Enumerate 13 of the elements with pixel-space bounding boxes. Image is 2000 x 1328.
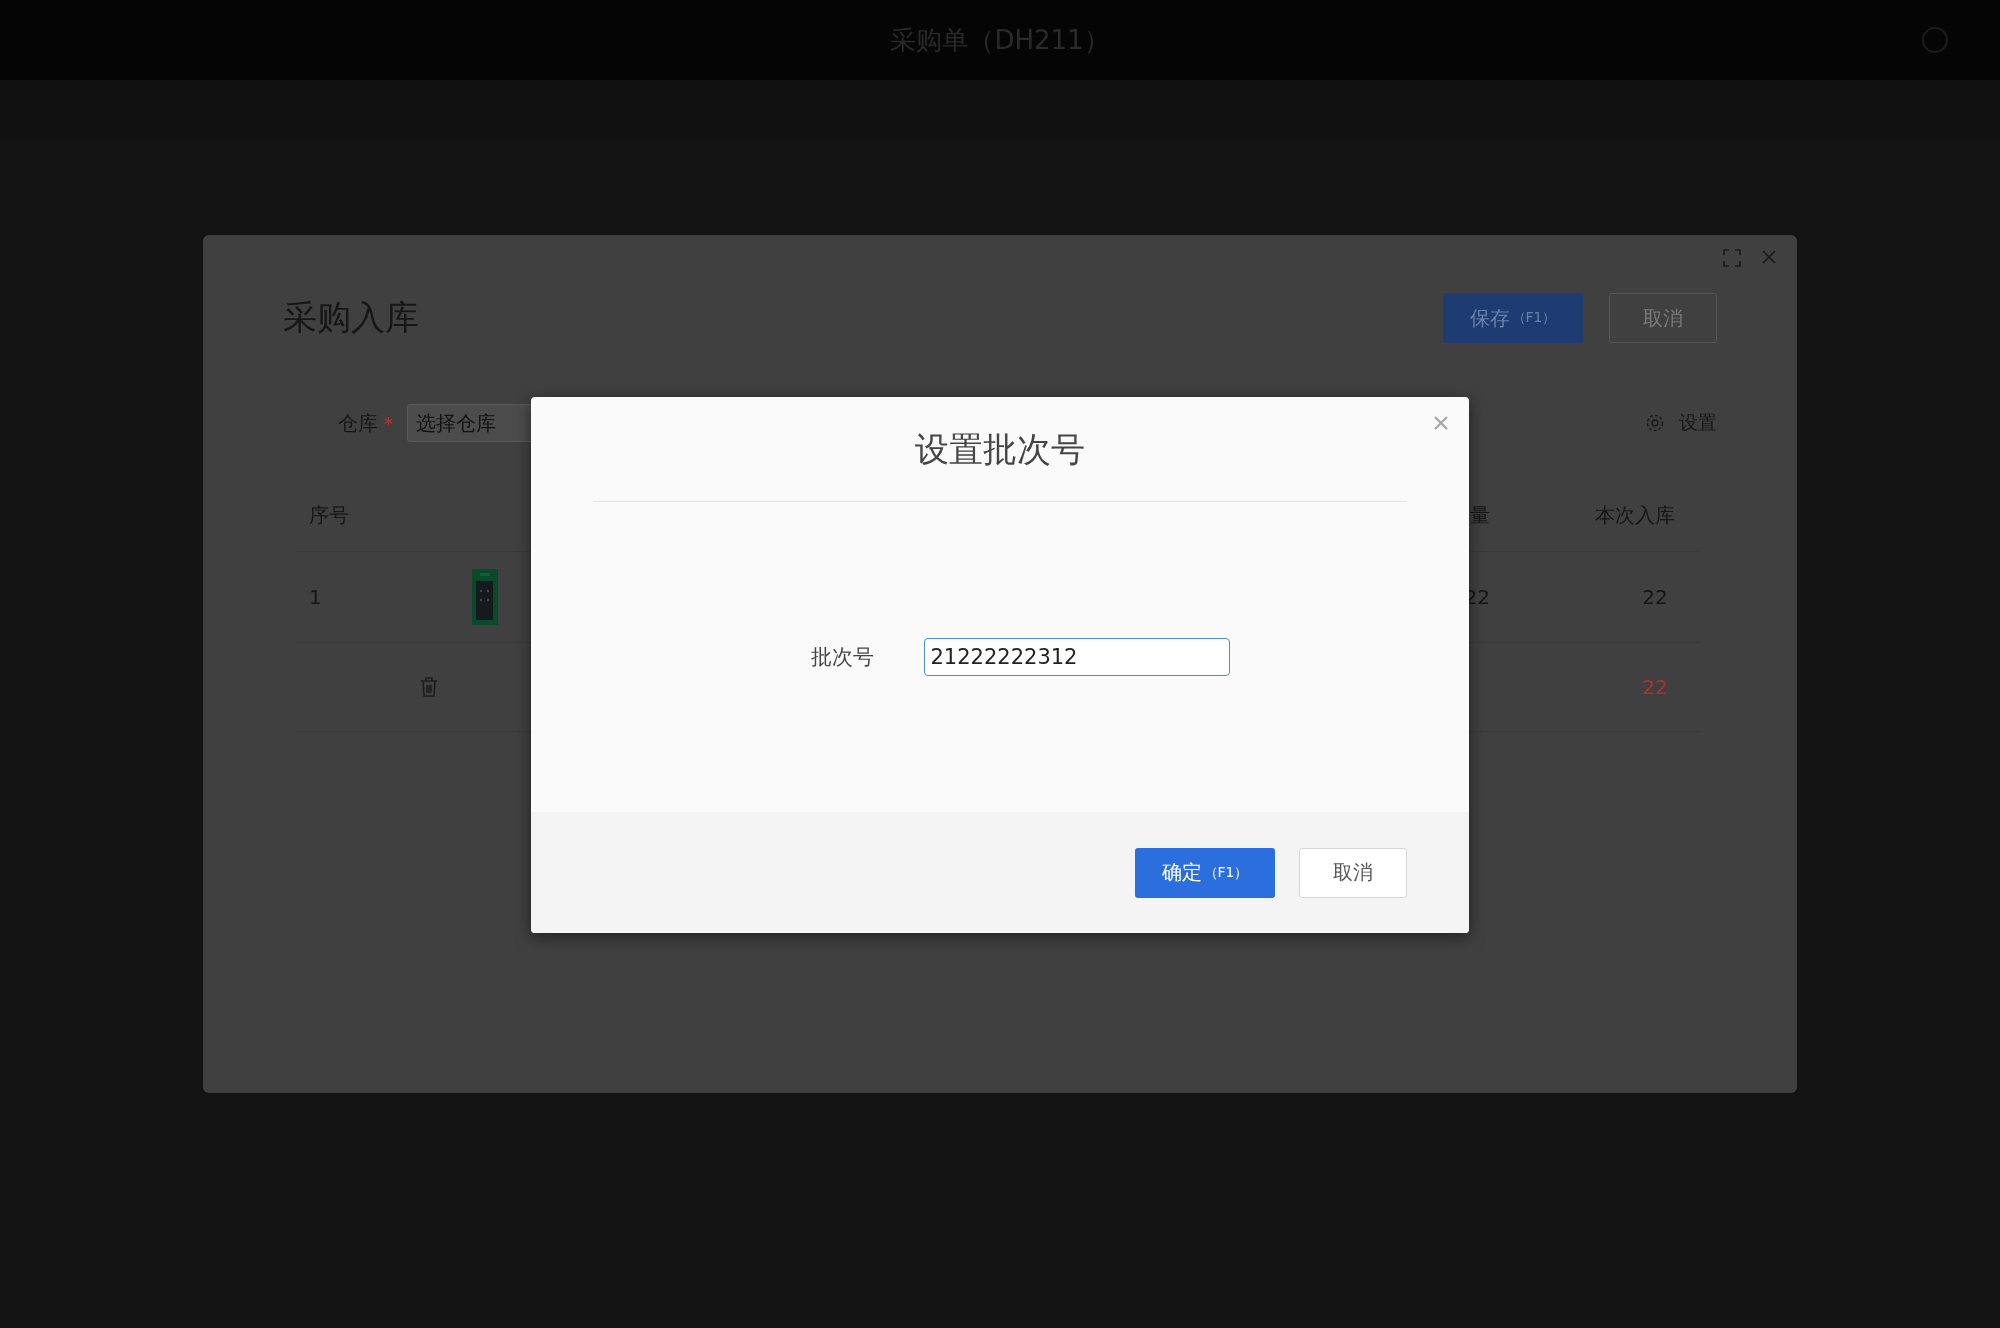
modal-title: 设置批次号	[593, 397, 1407, 502]
fullscreen-icon[interactable]	[1723, 249, 1741, 267]
trash-icon[interactable]	[420, 677, 438, 697]
settings-icon[interactable]	[1645, 413, 1665, 433]
required-mark: *	[384, 412, 393, 434]
close-icon[interactable]	[1761, 249, 1777, 265]
batch-number-field[interactable]: 21222222312	[923, 638, 1230, 676]
circle-icon[interactable]	[1920, 25, 1950, 55]
cancel-button[interactable]: 取消	[1299, 847, 1407, 898]
total-cell: 22	[1490, 643, 1700, 732]
batch-number-label: 批次号	[810, 644, 874, 671]
close-icon[interactable]	[1433, 415, 1449, 431]
cancel-button[interactable]: 取消	[1609, 293, 1717, 343]
